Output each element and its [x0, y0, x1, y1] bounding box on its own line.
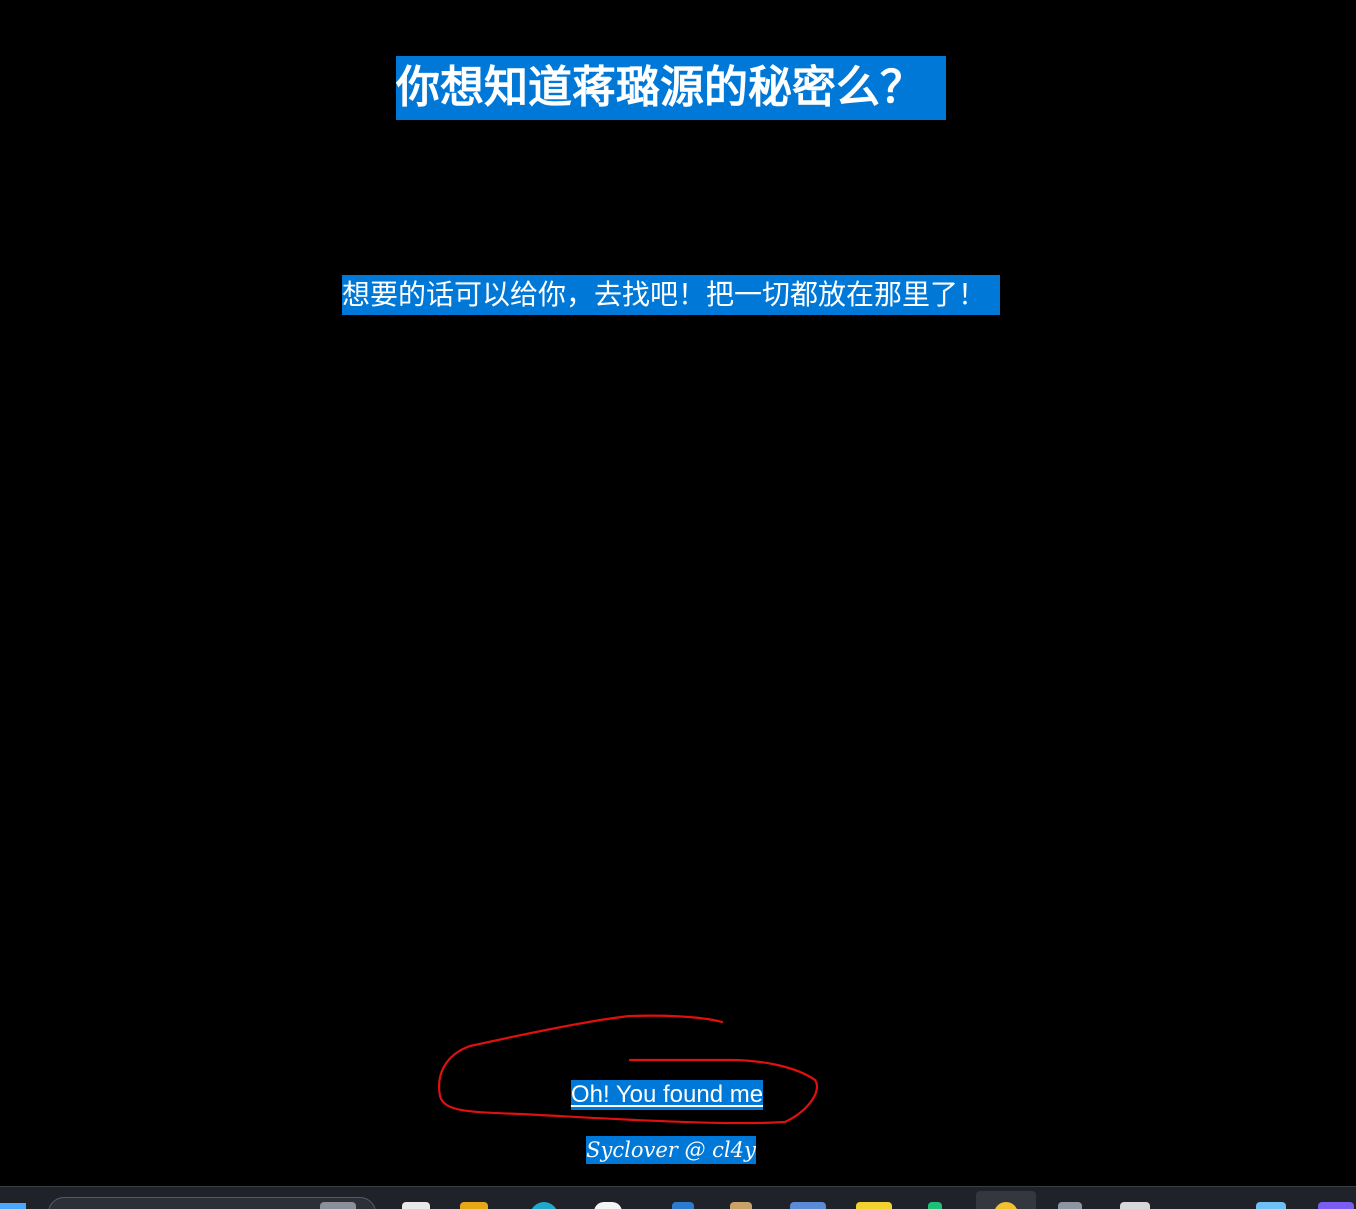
edge-icon[interactable]	[530, 1202, 558, 1209]
app-icon[interactable]	[928, 1202, 942, 1209]
app-icon[interactable]	[1318, 1202, 1354, 1209]
app-icon[interactable]	[730, 1202, 752, 1209]
credit-text: Syclover @ cl4y	[586, 1136, 756, 1164]
os-taskbar	[0, 1186, 1356, 1209]
credit-container: Syclover @ cl4y	[0, 1136, 1356, 1164]
notes-icon[interactable]	[856, 1202, 892, 1209]
red-circle-annotation	[438, 1014, 818, 1125]
shield-icon[interactable]	[1058, 1202, 1082, 1209]
hidden-secret-link[interactable]: Oh! You found me	[570, 1080, 764, 1110]
vscode-icon[interactable]	[672, 1202, 694, 1209]
page-subtitle: 想要的话可以给你，去找吧！把一切都放在那里了！	[341, 275, 1000, 315]
hidden-link-container: Oh! You found me	[0, 1080, 1356, 1110]
subtitle-container: 想要的话可以给你，去找吧！把一切都放在那里了！	[0, 275, 1356, 315]
app-icon[interactable]	[1120, 1202, 1150, 1209]
page-title: 你想知道蒋璐源的秘密么？	[396, 56, 946, 120]
page: 你想知道蒋璐源的秘密么？ 想要的话可以给你，去找吧！把一切都放在那里了！ Oh!…	[0, 0, 1356, 1209]
windows-start-icon[interactable]	[0, 1203, 26, 1209]
title-container: 你想知道蒋璐源的秘密么？	[0, 56, 1356, 120]
calendar-icon[interactable]	[1256, 1202, 1286, 1209]
file-icon[interactable]	[402, 1202, 430, 1209]
search-decor-icon	[320, 1202, 356, 1209]
app-icon[interactable]	[790, 1202, 826, 1209]
folder-icon[interactable]	[460, 1202, 488, 1209]
app-icon[interactable]	[594, 1202, 622, 1209]
